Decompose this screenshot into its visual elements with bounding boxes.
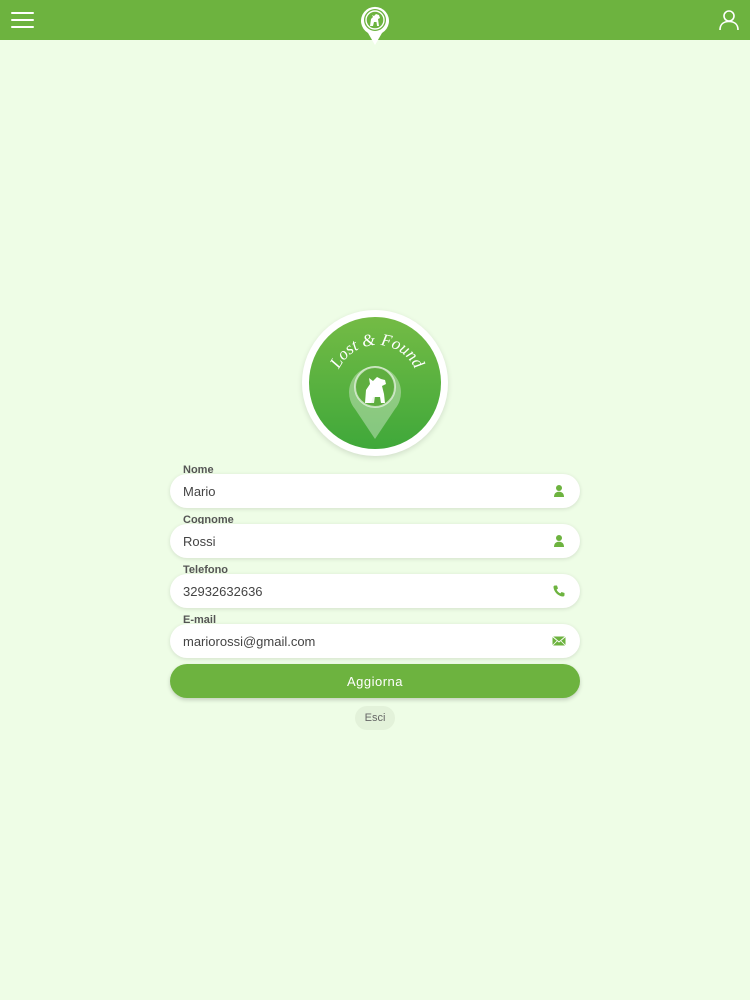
person-icon bbox=[554, 535, 564, 547]
envelope-icon bbox=[552, 636, 566, 646]
esci-button[interactable]: Esci bbox=[355, 706, 395, 730]
field-box bbox=[170, 574, 580, 608]
telefono-input[interactable] bbox=[183, 574, 533, 608]
nome-input[interactable] bbox=[183, 474, 533, 508]
email-input[interactable] bbox=[183, 624, 533, 658]
lost-and-found-emblem-icon: Lost & Found bbox=[309, 317, 441, 449]
user-profile-icon[interactable] bbox=[718, 9, 740, 31]
field-box bbox=[170, 624, 580, 658]
person-icon bbox=[554, 485, 564, 497]
lost-and-found-logo: Lost & Found bbox=[302, 310, 448, 456]
hamburger-menu-icon[interactable] bbox=[11, 12, 34, 30]
top-app-bar bbox=[0, 0, 750, 45]
cognome-input[interactable] bbox=[183, 524, 533, 558]
pet-pin-logo-icon[interactable] bbox=[359, 4, 391, 46]
field-box bbox=[170, 474, 580, 508]
phone-icon bbox=[553, 585, 565, 597]
aggiorna-button[interactable]: Aggiorna bbox=[170, 664, 580, 698]
field-box bbox=[170, 524, 580, 558]
